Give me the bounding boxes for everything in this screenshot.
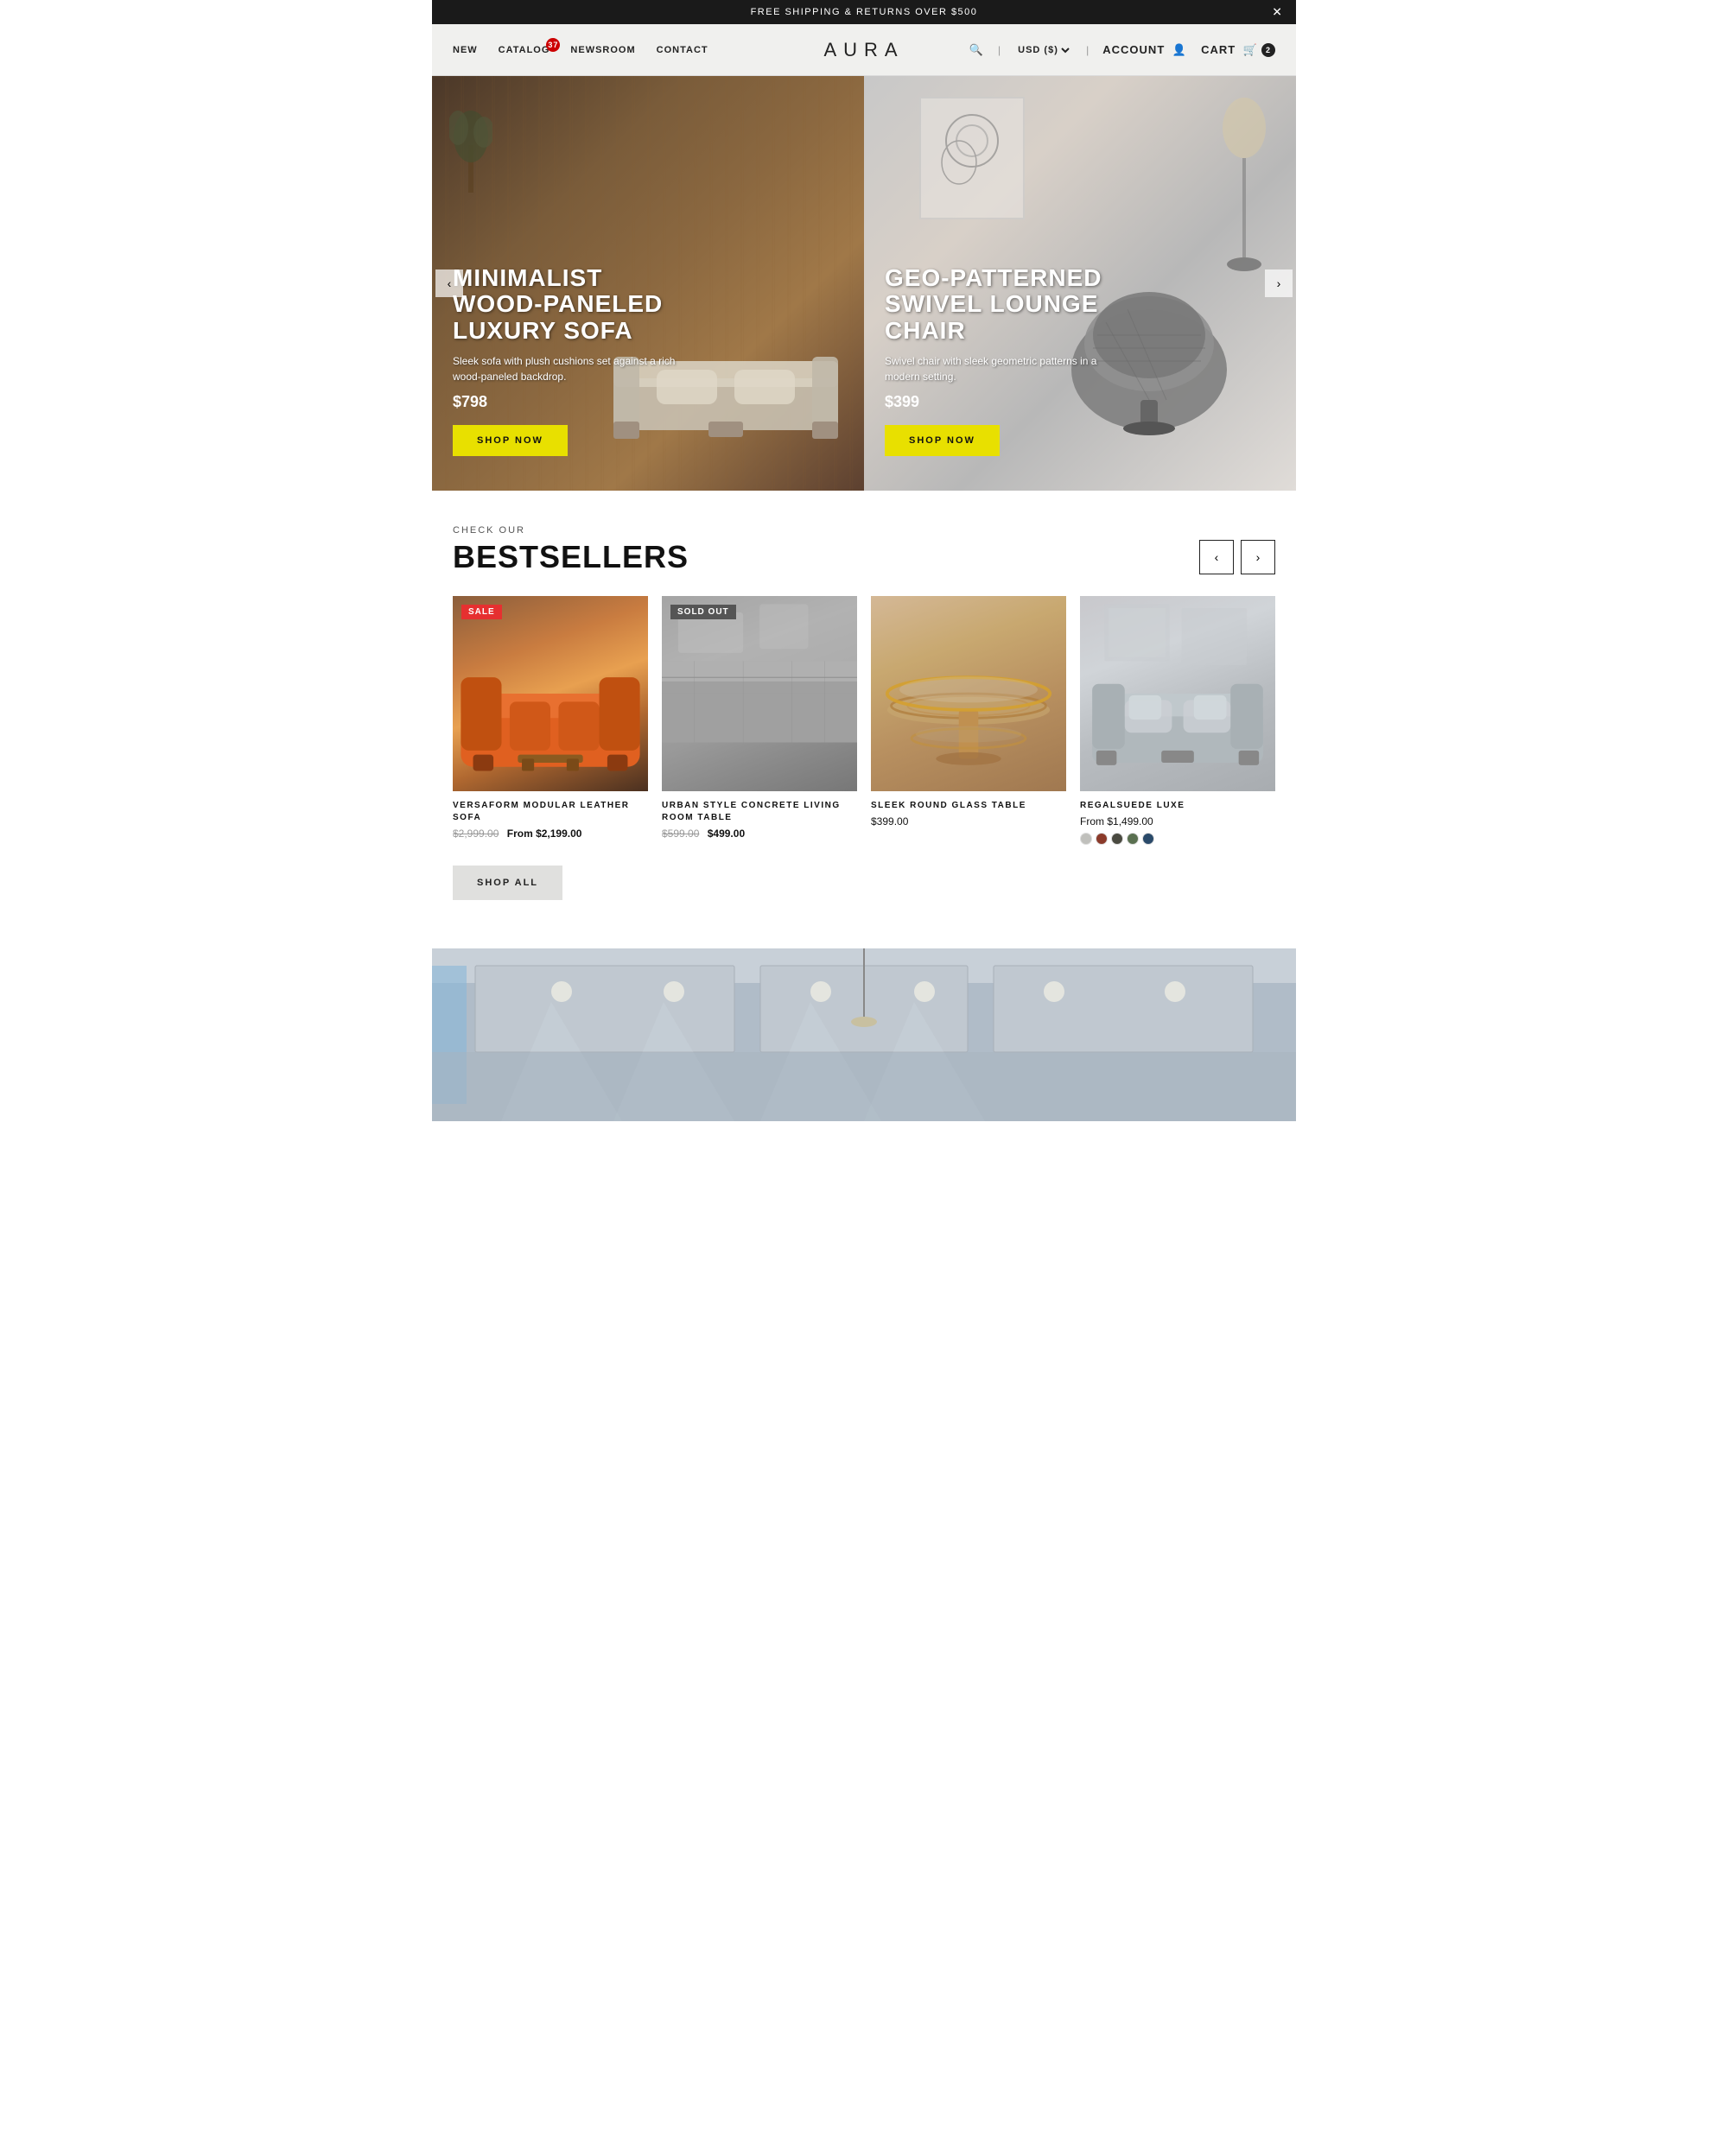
product-4-price-value: $1,499.00: [1107, 815, 1153, 828]
product-2-name: URBAN STYLE CONCRETE LIVING ROOM TABLE: [662, 800, 857, 824]
carousel-next-button[interactable]: ›: [1241, 540, 1275, 574]
product-2-table-svg: [662, 596, 857, 791]
nav-catalog[interactable]: CATALOG 37: [499, 45, 550, 55]
product-1-sale-price: From $2,199.00: [507, 828, 582, 840]
slide-2-cta[interactable]: SHOP NOW: [885, 425, 1000, 456]
nav-new[interactable]: NEW: [453, 45, 478, 55]
bottom-showcase: [432, 948, 1296, 1121]
product-1-sofa-svg: [453, 596, 648, 791]
slide-2-description: Swivel chair with sleek geometric patter…: [885, 353, 1127, 384]
product-1-original-price: $2,999.00: [453, 828, 499, 840]
product-4-price-prefix: From: [1080, 815, 1104, 828]
slide-1-title: MINIMALIST WOOD-PANELED LUXURY SOFA: [453, 265, 695, 345]
catalog-badge: 37: [546, 38, 560, 52]
site-logo: AURA: [823, 39, 904, 61]
section-title: BESTSELLERS: [453, 539, 689, 575]
currency-selector[interactable]: USD ($) EUR (€): [1014, 44, 1072, 56]
showcase-ceiling: [432, 948, 1296, 1121]
product-1-name: VERSAFORM MODULAR LEATHER SOFA: [453, 800, 648, 824]
cart-count-badge: 2: [1261, 43, 1275, 57]
nav-right: 🔍 | USD ($) EUR (€) | ACCOUNT 👤 CART 🛒 2: [969, 43, 1275, 57]
slide-2-title: GEO-PATTERNED SWIVEL LOUNGE CHAIR: [885, 265, 1127, 345]
announcement-text: FREE SHIPPING & RETURNS OVER $500: [751, 7, 978, 17]
cart-icon[interactable]: CART 🛒 2: [1201, 43, 1275, 57]
floor-lamp-deco: [1218, 93, 1270, 283]
product-image-3: [871, 596, 1066, 791]
slide-1-cta[interactable]: SHOP NOW: [453, 425, 568, 456]
announcement-bar: FREE SHIPPING & RETURNS OVER $500 ✕: [432, 0, 1296, 24]
slide-1-price: $798: [453, 393, 695, 411]
hero-slider: ‹: [432, 76, 1296, 491]
slide-1-description: Sleek sofa with plush cushions set again…: [453, 353, 695, 384]
section-title-row: BESTSELLERS ‹ ›: [453, 539, 1275, 575]
search-icon[interactable]: 🔍: [969, 43, 984, 57]
product-4-price: From $1,499.00: [1080, 815, 1275, 828]
product-4-sofa-svg: [1080, 596, 1275, 791]
nav-left: NEW CATALOG 37 NEWSROOM CONTACT: [453, 45, 708, 55]
product-image-4: [1080, 596, 1275, 791]
swatch-2[interactable]: [1096, 833, 1108, 845]
product-4-name: REGALSUEDE LUXE: [1080, 800, 1275, 812]
product-card-4[interactable]: REGALSUEDE LUXE From $1,499.00: [1080, 596, 1275, 845]
carousel-controls: ‹ ›: [1199, 540, 1275, 574]
product-1-badge: SALE: [461, 605, 502, 619]
product-image-1: SALE: [453, 596, 648, 791]
hero-slide-2: GEO-PATTERNED SWIVEL LOUNGE CHAIR Swivel…: [864, 76, 1296, 491]
hero-prev-button[interactable]: ‹: [435, 270, 463, 297]
product-2-original-price: $599.00: [662, 828, 699, 840]
product-card-2[interactable]: SOLD OUT URBAN STYLE CONCRETE LIVING ROO…: [662, 596, 857, 845]
carousel-prev-button[interactable]: ‹: [1199, 540, 1234, 574]
shop-all-button[interactable]: SHOP ALL: [453, 866, 562, 900]
swatch-5[interactable]: [1142, 833, 1154, 845]
section-label: CHECK OUR: [453, 525, 1275, 536]
swatch-1[interactable]: [1080, 833, 1092, 845]
product-card-1[interactable]: SALE VERSAFORM MODULAR LEATHER SOFA $2,9…: [453, 596, 648, 845]
announcement-close[interactable]: ✕: [1272, 5, 1282, 20]
site-header: NEW CATALOG 37 NEWSROOM CONTACT AURA 🔍 |…: [432, 24, 1296, 76]
product-2-sale-price: $499.00: [708, 828, 745, 840]
nav-contact[interactable]: CONTACT: [657, 45, 708, 55]
product-3-price: $399.00: [871, 815, 1066, 828]
product-card-3[interactable]: SLEEK ROUND GLASS TABLE $399.00: [871, 596, 1066, 845]
slide-2-price: $399: [885, 393, 1127, 411]
product-grid: SALE VERSAFORM MODULAR LEATHER SOFA $2,9…: [453, 596, 1275, 845]
swatch-4[interactable]: [1127, 833, 1139, 845]
wall-art-deco: [916, 93, 1028, 223]
hero-next-button[interactable]: ›: [1265, 270, 1293, 297]
bestsellers-section: CHECK OUR BESTSELLERS ‹ ›: [432, 491, 1296, 948]
plant-deco: [449, 93, 492, 197]
product-1-price: $2,999.00 From $2,199.00: [453, 828, 648, 840]
slide-1-content: MINIMALIST WOOD-PANELED LUXURY SOFA Slee…: [453, 265, 695, 456]
hero-slide-1: MINIMALIST WOOD-PANELED LUXURY SOFA Slee…: [432, 76, 864, 491]
color-swatches-4: [1080, 833, 1275, 845]
product-image-2: SOLD OUT: [662, 596, 857, 791]
product-3-glass-table-svg: [871, 596, 1066, 791]
swatch-3[interactable]: [1111, 833, 1123, 845]
product-2-badge: SOLD OUT: [670, 605, 736, 619]
product-3-name: SLEEK ROUND GLASS TABLE: [871, 800, 1066, 812]
product-2-price: $599.00 $499.00: [662, 828, 857, 840]
product-3-single-price: $399.00: [871, 815, 908, 828]
showcase-ceiling-svg: [432, 948, 1296, 1121]
account-icon[interactable]: ACCOUNT 👤: [1102, 43, 1187, 57]
nav-newsroom[interactable]: NEWSROOM: [570, 45, 635, 55]
slide-2-content: GEO-PATTERNED SWIVEL LOUNGE CHAIR Swivel…: [885, 265, 1127, 456]
